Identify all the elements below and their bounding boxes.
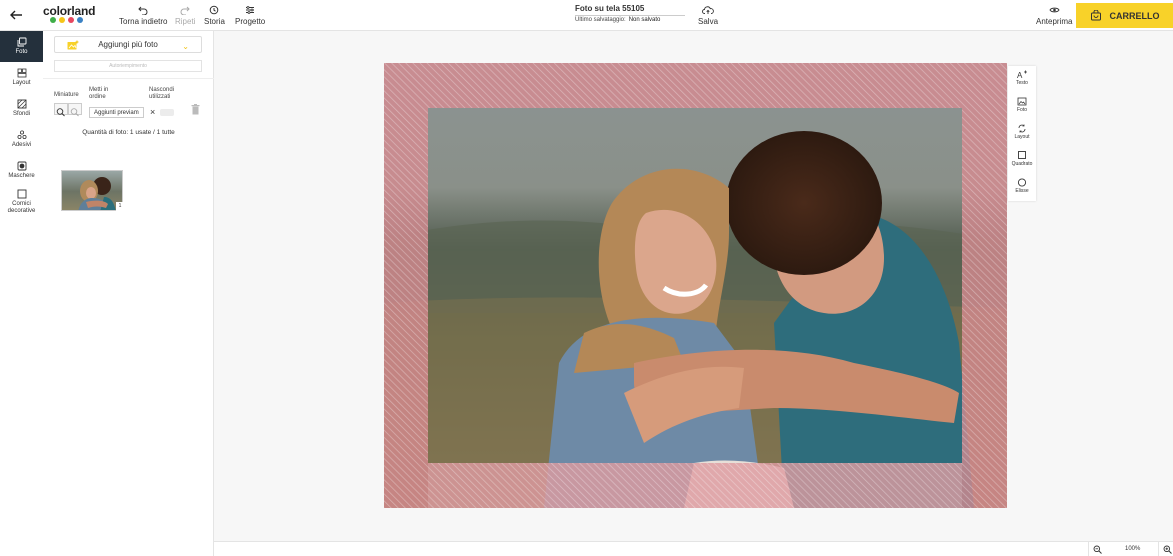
eye-icon	[1049, 7, 1060, 13]
undo-button[interactable]: Torna indietro	[119, 5, 167, 26]
canvas-artboard[interactable]	[384, 63, 1007, 508]
preview-label: Anteprima	[1036, 17, 1073, 26]
save-button[interactable]: Salva	[698, 5, 718, 26]
tool-label: Quadrato	[1011, 161, 1033, 167]
nav-label: Cornici decorative	[7, 201, 36, 214]
hide-used-label: Nascondi utilizzati	[149, 87, 175, 100]
zoom-in-icon[interactable]	[1163, 545, 1172, 554]
tool-square[interactable]: Quadrato	[1008, 147, 1036, 174]
nav-label: Maschere	[8, 173, 35, 179]
add-photos-label: Aggiungi più foto	[98, 40, 158, 49]
save-label: Salva	[698, 17, 719, 26]
layout-swap-icon	[1018, 124, 1026, 133]
zoom-out-icon	[70, 108, 79, 117]
text-icon: A	[1017, 70, 1027, 79]
last-save-label: Ultimo salvataggio:	[575, 17, 626, 23]
sticker-icon	[16, 130, 27, 140]
last-save-value: Non salvato	[628, 17, 661, 23]
photo-count: Quantità di foto: 1 usate / 1 tutte	[82, 129, 175, 136]
nav-item-layout[interactable]: Layout	[0, 68, 43, 87]
brand-dots	[50, 17, 83, 23]
tool-photo[interactable]: Foto	[1008, 93, 1036, 120]
history-label: Storia	[204, 17, 225, 26]
redo-icon	[180, 6, 190, 15]
nav-label: Foto	[15, 49, 28, 55]
history-button[interactable]: Storia	[204, 5, 225, 26]
tool-label: Testo	[1016, 80, 1028, 86]
title-underline	[575, 15, 685, 16]
add-image-icon	[67, 40, 79, 50]
last-save-status: Ultimo salvataggio: Non salvato	[575, 17, 660, 23]
sort-select[interactable]: Aggiunti previam	[89, 107, 144, 118]
nav-label: Adesivi	[11, 142, 32, 148]
photo-icon	[17, 37, 26, 47]
project-button[interactable]: Progetto	[235, 5, 265, 26]
tool-label: Foto	[1016, 107, 1027, 113]
zoom-in-thumbs-button[interactable]	[54, 103, 68, 117]
project-title[interactable]: Foto su tela 55105	[575, 4, 644, 13]
background-icon	[17, 99, 26, 109]
nav-item-cornici[interactable]: Cornici decorative	[0, 189, 43, 215]
hide-used-toggle[interactable]	[160, 109, 174, 116]
thumbnail-image	[62, 171, 122, 210]
autofill-button[interactable]: Autoriempimento	[54, 60, 202, 72]
left-nav: Foto Layout Sfondi Adesivi Maschere Corn…	[0, 31, 43, 556]
tool-ellipse[interactable]: Elisse	[1008, 174, 1036, 201]
nav-label: Sfondi	[12, 111, 30, 117]
nav-item-adesivi[interactable]: Adesivi	[0, 130, 43, 149]
thumbnails-label: Miniature	[54, 92, 79, 98]
tool-layout[interactable]: Layout	[1008, 120, 1036, 147]
cart-button[interactable]: CARRELLO	[1076, 3, 1173, 28]
cart-bag-icon	[1090, 10, 1101, 21]
add-photos-button[interactable]: Aggiungi più foto ⌄	[54, 36, 202, 53]
nav-item-foto[interactable]: Foto	[0, 31, 43, 62]
photos-panel: Aggiungi più foto ⌄ Autoriempimento Mini…	[43, 31, 214, 556]
history-icon	[210, 5, 219, 15]
bottom-bar	[214, 541, 1173, 556]
trash-icon[interactable]	[191, 104, 200, 115]
top-bar: colorland Torna indietro Ripeti Storia P…	[0, 0, 1173, 31]
photo-thumbnail[interactable]	[61, 170, 123, 211]
canvas-photo[interactable]	[384, 63, 1007, 508]
settings-sliders-icon	[246, 6, 255, 14]
redo-button[interactable]: Ripeti	[175, 5, 195, 26]
zoom-out-icon[interactable]	[1093, 545, 1102, 554]
back-arrow-icon[interactable]	[8, 7, 24, 23]
project-label: Progetto	[235, 17, 266, 26]
undo-label: Torna indietro	[119, 17, 168, 26]
sort-label: Metti in ordine	[89, 87, 109, 100]
add-photo-icon	[1017, 97, 1027, 106]
divider	[1088, 541, 1089, 556]
divider	[43, 78, 214, 79]
chevron-down-icon: ⌄	[182, 42, 189, 51]
tool-text[interactable]: A Testo	[1008, 66, 1036, 93]
cart-label: CARRELLO	[1109, 10, 1160, 21]
ellipse-icon	[1017, 178, 1027, 187]
tool-label: Layout	[1014, 134, 1030, 140]
nav-item-sfondi[interactable]: Sfondi	[0, 99, 43, 118]
redo-label: Ripeti	[175, 17, 196, 26]
divider	[1158, 541, 1159, 556]
sort-value: Aggiunti previam	[94, 110, 139, 116]
zoom-level: 100%	[1125, 546, 1141, 552]
undo-icon	[138, 6, 148, 15]
square-icon	[1018, 151, 1026, 159]
nav-item-maschere[interactable]: Maschere	[0, 161, 43, 180]
thumbnail-badge: 1	[116, 202, 124, 211]
frame-icon	[17, 189, 26, 199]
right-toolbar: A Testo Foto Layout Quadrato Elisse	[1008, 66, 1036, 201]
brand-logo[interactable]: colorland	[43, 4, 95, 18]
nav-label: Layout	[12, 80, 31, 86]
svg-text:A: A	[1017, 71, 1023, 79]
zoom-in-icon	[56, 108, 65, 117]
preview-button[interactable]: Anteprima	[1036, 5, 1072, 26]
zoom-out-thumbs-button[interactable]	[68, 103, 82, 117]
close-icon[interactable]: ×	[150, 108, 160, 118]
layout-icon	[17, 68, 26, 78]
tool-label: Elisse	[1015, 188, 1029, 194]
cloud-upload-icon	[702, 6, 714, 14]
mask-icon	[17, 161, 26, 171]
